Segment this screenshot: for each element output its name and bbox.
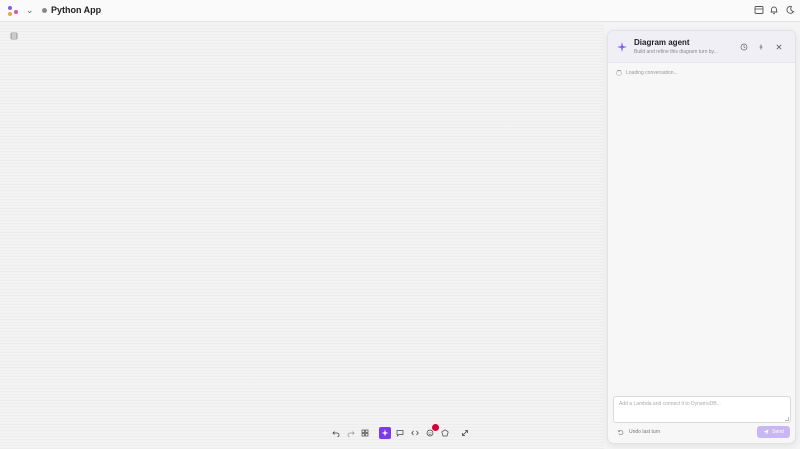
project-status-dot xyxy=(42,8,47,13)
app-logo[interactable] xyxy=(8,6,20,16)
resize-handle[interactable] xyxy=(785,417,789,421)
code-icon[interactable] xyxy=(410,428,420,438)
emoji-icon[interactable] xyxy=(425,424,439,438)
moon-icon[interactable] xyxy=(785,5,795,15)
agent-panel-subtitle: Build and refine this diagram turn by... xyxy=(634,49,718,55)
agent-panel-header: Diagram agent Build and refine this diag… xyxy=(608,31,795,63)
undo-icon xyxy=(617,429,624,436)
close-icon[interactable] xyxy=(775,43,783,51)
select-icon[interactable] xyxy=(360,428,370,438)
bottom-toolbar xyxy=(329,424,473,441)
diagram-agent-panel: Diagram agent Build and refine this diag… xyxy=(607,30,796,444)
shape-icon[interactable] xyxy=(440,428,450,438)
undo-last-turn-button[interactable]: Undo last turn xyxy=(617,428,660,436)
agent-panel-title: Diagram agent xyxy=(634,38,690,47)
loading-text: Loading conversation... xyxy=(626,70,678,76)
undo-icon[interactable] xyxy=(331,428,341,438)
loading-indicator: Loading conversation... xyxy=(616,69,678,77)
pin-icon[interactable] xyxy=(757,43,765,51)
sparkle-icon xyxy=(616,41,628,53)
notification-badge xyxy=(432,424,439,431)
message-composer xyxy=(613,396,791,423)
top-bar: ⌄ Python App xyxy=(0,0,800,22)
send-label: Send xyxy=(772,429,784,435)
sidebar-panel-icon[interactable] xyxy=(754,5,764,15)
history-icon[interactable] xyxy=(740,43,748,51)
comment-icon[interactable] xyxy=(395,428,405,438)
chevron-down-icon[interactable]: ⌄ xyxy=(26,5,34,16)
agent-icon[interactable] xyxy=(379,427,391,439)
message-input[interactable] xyxy=(614,397,790,422)
spinner-icon xyxy=(616,70,622,76)
expand-icon[interactable] xyxy=(460,428,470,438)
send-icon xyxy=(763,429,769,435)
bell-icon[interactable] xyxy=(769,5,779,15)
send-button[interactable]: Send xyxy=(757,426,790,438)
undo-label: Undo last turn xyxy=(629,429,661,435)
project-title[interactable]: Python App xyxy=(51,5,101,15)
diagram-canvas[interactable] xyxy=(0,23,604,449)
layers-icon[interactable] xyxy=(9,31,19,41)
redo-icon[interactable] xyxy=(346,428,356,438)
